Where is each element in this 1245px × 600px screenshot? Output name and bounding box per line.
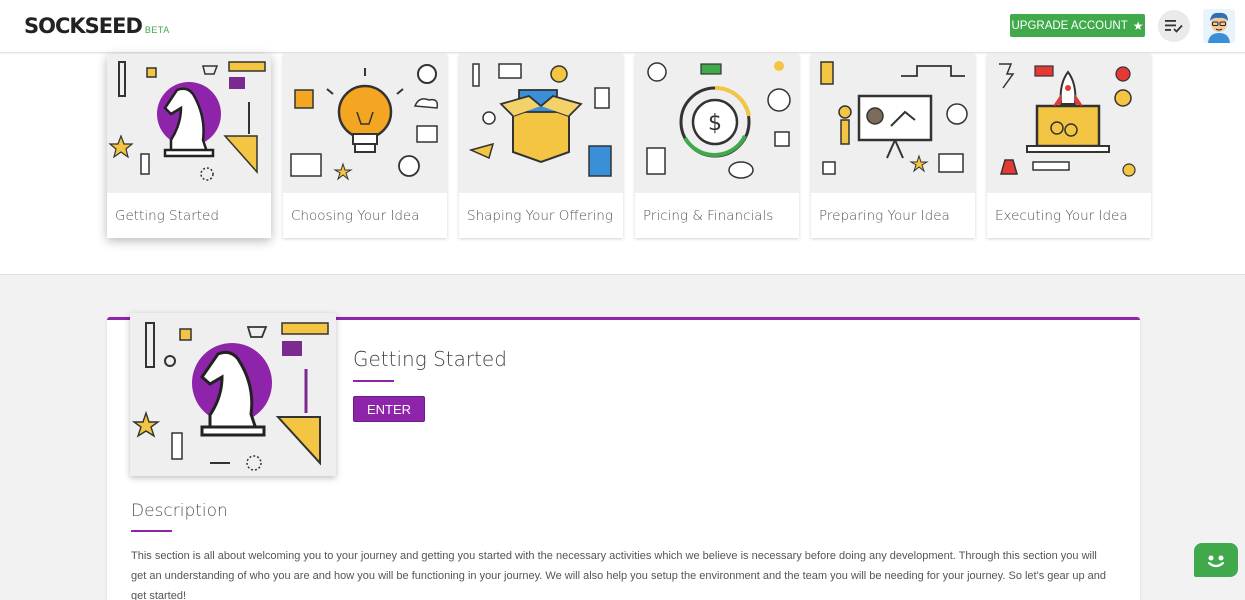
module-card-label: Executing Your Idea bbox=[995, 207, 1128, 224]
checklist-button[interactable] bbox=[1158, 10, 1190, 42]
lightbulb-icon bbox=[290, 64, 439, 181]
module-card-label: Pricing & Financials bbox=[643, 207, 774, 224]
description-text: This section is all about welcoming you … bbox=[131, 550, 1106, 600]
module-card-label: Preparing Your Idea bbox=[819, 207, 950, 224]
module-card-label: Choosing Your Idea bbox=[291, 207, 420, 224]
title-underline bbox=[353, 380, 394, 382]
module-card-label: Getting Started bbox=[115, 207, 219, 224]
enter-button[interactable]: ENTER bbox=[353, 396, 425, 422]
module-detail-title: Getting Started bbox=[353, 347, 507, 371]
avatar-icon bbox=[1203, 9, 1235, 43]
chat-widget-button[interactable] bbox=[1194, 543, 1238, 577]
avatar[interactable] bbox=[1203, 9, 1235, 43]
module-card-image bbox=[283, 54, 447, 193]
rocket-laptop-icon bbox=[999, 63, 1136, 177]
module-card-pricing-financials[interactable]: $ Pricing & Financials bbox=[635, 54, 799, 238]
module-strip: Getting Started Choosing Your Idea Shapi… bbox=[0, 54, 1245, 275]
presentation-board-icon bbox=[820, 61, 968, 175]
module-card-image bbox=[811, 54, 975, 193]
module-detail-image bbox=[130, 313, 336, 476]
chat-bot-icon bbox=[1207, 555, 1225, 568]
module-card-preparing-your-idea[interactable]: Preparing Your Idea bbox=[811, 54, 975, 238]
module-card-image bbox=[107, 54, 271, 193]
logo-text: SOCKSEED bbox=[24, 14, 143, 38]
module-card-executing-your-idea[interactable]: Executing Your Idea bbox=[987, 54, 1151, 238]
module-card-getting-started[interactable]: Getting Started bbox=[107, 54, 271, 238]
open-box-icon bbox=[468, 63, 612, 177]
upgrade-account-button[interactable]: UPGRADE ACCOUNT ★ bbox=[1010, 14, 1145, 37]
checklist-icon bbox=[1165, 20, 1183, 33]
logo[interactable]: SOCKSEED BETA bbox=[24, 14, 170, 38]
description-underline bbox=[131, 530, 172, 532]
svg-text:$: $ bbox=[708, 111, 722, 136]
module-card-image: $ bbox=[635, 54, 799, 193]
module-card-choosing-your-idea[interactable]: Choosing Your Idea bbox=[283, 54, 447, 238]
module-card-image bbox=[987, 54, 1151, 193]
chess-knight-icon bbox=[108, 61, 266, 181]
star-icon: ★ bbox=[1132, 18, 1144, 33]
module-card-label: Shaping Your Offering bbox=[467, 207, 613, 224]
module-card-image bbox=[459, 54, 623, 193]
chess-knight-icon bbox=[131, 322, 329, 471]
dollar-coin-icon: $ bbox=[646, 61, 791, 179]
upgrade-account-label: UPGRADE ACCOUNT bbox=[1011, 19, 1128, 32]
beta-badge: BETA bbox=[144, 25, 170, 35]
top-header: SOCKSEED BETA UPGRADE ACCOUNT ★ bbox=[0, 0, 1245, 53]
module-detail-panel: Getting Started ENTER Description This s… bbox=[107, 313, 1140, 600]
description-heading: Description bbox=[131, 501, 228, 521]
module-card-shaping-your-offering[interactable]: Shaping Your Offering bbox=[459, 54, 623, 238]
